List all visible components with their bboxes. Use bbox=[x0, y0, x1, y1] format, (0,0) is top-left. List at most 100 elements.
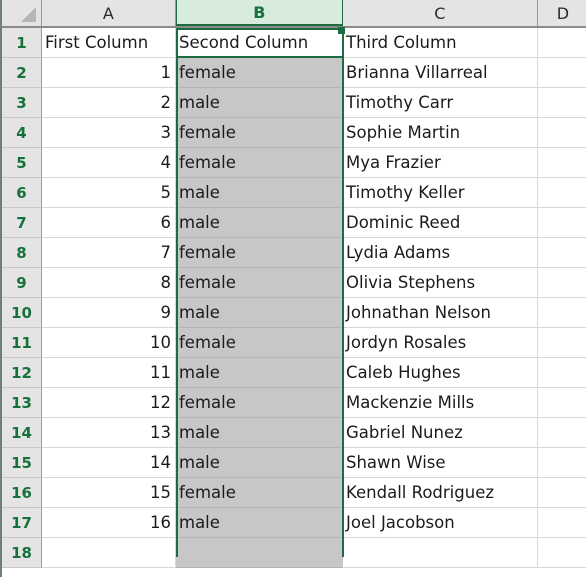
table-row: 16 15 female Kendall Rodriguez bbox=[2, 478, 586, 508]
cell-B14[interactable]: male bbox=[176, 418, 343, 448]
cell-C17[interactable]: Joel Jacobson bbox=[343, 508, 538, 538]
cell-A13[interactable]: 12 bbox=[42, 388, 176, 418]
cell-A6[interactable]: 5 bbox=[42, 178, 176, 208]
cell-A12[interactable]: 11 bbox=[42, 358, 176, 388]
column-header-d[interactable]: D bbox=[538, 0, 586, 26]
cell-A5[interactable]: 4 bbox=[42, 148, 176, 178]
cell-B4[interactable]: female bbox=[176, 118, 343, 148]
row-header-4[interactable]: 4 bbox=[2, 118, 42, 148]
cell-A10[interactable]: 9 bbox=[42, 298, 176, 328]
cell-C18[interactable] bbox=[343, 538, 538, 568]
cell-B12[interactable]: male bbox=[176, 358, 343, 388]
cell-B7[interactable]: male bbox=[176, 208, 343, 238]
cell-B17[interactable]: male bbox=[176, 508, 343, 538]
cell-C7[interactable]: Dominic Reed bbox=[343, 208, 538, 238]
cell-C9[interactable]: Olivia Stephens bbox=[343, 268, 538, 298]
cell-B6[interactable]: male bbox=[176, 178, 343, 208]
cell-C4[interactable]: Sophie Martin bbox=[343, 118, 538, 148]
cell-C11[interactable]: Jordyn Rosales bbox=[343, 328, 538, 358]
table-row: 2 1 female Brianna Villarreal bbox=[2, 58, 586, 88]
cell-A15[interactable]: 14 bbox=[42, 448, 176, 478]
row-header-11[interactable]: 11 bbox=[2, 328, 42, 358]
cell-C1[interactable]: Third Column bbox=[343, 28, 538, 58]
cell-D2[interactable] bbox=[538, 58, 586, 88]
row-header-12[interactable]: 12 bbox=[2, 358, 42, 388]
row-header-10[interactable]: 10 bbox=[2, 298, 42, 328]
cell-A14[interactable]: 13 bbox=[42, 418, 176, 448]
cell-A7[interactable]: 6 bbox=[42, 208, 176, 238]
table-row: 5 4 female Mya Frazier bbox=[2, 148, 586, 178]
row-header-5[interactable]: 5 bbox=[2, 148, 42, 178]
cell-D8[interactable] bbox=[538, 238, 586, 268]
cell-C12[interactable]: Caleb Hughes bbox=[343, 358, 538, 388]
row-header-13[interactable]: 13 bbox=[2, 388, 42, 418]
row-header-14[interactable]: 14 bbox=[2, 418, 42, 448]
cell-C2[interactable]: Brianna Villarreal bbox=[343, 58, 538, 88]
cell-A4[interactable]: 3 bbox=[42, 118, 176, 148]
cell-B15[interactable]: male bbox=[176, 448, 343, 478]
row-header-8[interactable]: 8 bbox=[2, 238, 42, 268]
cell-B9[interactable]: female bbox=[176, 268, 343, 298]
cell-D1[interactable] bbox=[538, 28, 586, 58]
cell-D17[interactable] bbox=[538, 508, 586, 538]
cell-C16[interactable]: Kendall Rodriguez bbox=[343, 478, 538, 508]
cell-D3[interactable] bbox=[538, 88, 586, 118]
row-header-16[interactable]: 16 bbox=[2, 478, 42, 508]
cell-D9[interactable] bbox=[538, 268, 586, 298]
cell-D11[interactable] bbox=[538, 328, 586, 358]
row-header-15[interactable]: 15 bbox=[2, 448, 42, 478]
row-header-2[interactable]: 2 bbox=[2, 58, 42, 88]
cell-B16[interactable]: female bbox=[176, 478, 343, 508]
row-header-9[interactable]: 9 bbox=[2, 268, 42, 298]
cell-D15[interactable] bbox=[538, 448, 586, 478]
row-header-7[interactable]: 7 bbox=[2, 208, 42, 238]
row-header-18[interactable]: 18 bbox=[2, 538, 42, 568]
column-header-c[interactable]: C bbox=[343, 0, 538, 26]
select-all-corner[interactable] bbox=[2, 0, 42, 26]
column-header-a[interactable]: A bbox=[42, 0, 176, 26]
cell-B8[interactable]: female bbox=[176, 238, 343, 268]
cell-D7[interactable] bbox=[538, 208, 586, 238]
cell-C5[interactable]: Mya Frazier bbox=[343, 148, 538, 178]
cell-B11[interactable]: female bbox=[176, 328, 343, 358]
cell-B5[interactable]: female bbox=[176, 148, 343, 178]
cell-D4[interactable] bbox=[538, 118, 586, 148]
column-header-b[interactable]: B bbox=[176, 0, 343, 26]
cell-A2[interactable]: 1 bbox=[42, 58, 176, 88]
cell-D5[interactable] bbox=[538, 148, 586, 178]
table-row: 13 12 female Mackenzie Mills bbox=[2, 388, 586, 418]
row-header-3[interactable]: 3 bbox=[2, 88, 42, 118]
cell-B18[interactable] bbox=[176, 538, 343, 568]
cell-D6[interactable] bbox=[538, 178, 586, 208]
cell-D16[interactable] bbox=[538, 478, 586, 508]
cell-A9[interactable]: 8 bbox=[42, 268, 176, 298]
cell-B10[interactable]: male bbox=[176, 298, 343, 328]
cell-C3[interactable]: Timothy Carr bbox=[343, 88, 538, 118]
cell-C10[interactable]: Johnathan Nelson bbox=[343, 298, 538, 328]
cell-A17[interactable]: 16 bbox=[42, 508, 176, 538]
row-header-17[interactable]: 17 bbox=[2, 508, 42, 538]
cell-D13[interactable] bbox=[538, 388, 586, 418]
cell-A11[interactable]: 10 bbox=[42, 328, 176, 358]
cell-D14[interactable] bbox=[538, 418, 586, 448]
cell-C14[interactable]: Gabriel Nunez bbox=[343, 418, 538, 448]
cell-D10[interactable] bbox=[538, 298, 586, 328]
cell-C13[interactable]: Mackenzie Mills bbox=[343, 388, 538, 418]
table-row: 14 13 male Gabriel Nunez bbox=[2, 418, 586, 448]
cell-A8[interactable]: 7 bbox=[42, 238, 176, 268]
cell-A16[interactable]: 15 bbox=[42, 478, 176, 508]
cell-A3[interactable]: 2 bbox=[42, 88, 176, 118]
cell-B2[interactable]: female bbox=[176, 58, 343, 88]
cell-B3[interactable]: male bbox=[176, 88, 343, 118]
cell-B1[interactable]: Second Column bbox=[176, 28, 343, 58]
row-header-1[interactable]: 1 bbox=[2, 28, 42, 58]
cell-C15[interactable]: Shawn Wise bbox=[343, 448, 538, 478]
cell-A18[interactable] bbox=[42, 538, 176, 568]
cell-D18[interactable] bbox=[538, 538, 586, 568]
cell-C8[interactable]: Lydia Adams bbox=[343, 238, 538, 268]
cell-D12[interactable] bbox=[538, 358, 586, 388]
cell-A1[interactable]: First Column bbox=[42, 28, 176, 58]
row-header-6[interactable]: 6 bbox=[2, 178, 42, 208]
cell-C6[interactable]: Timothy Keller bbox=[343, 178, 538, 208]
cell-B13[interactable]: female bbox=[176, 388, 343, 418]
